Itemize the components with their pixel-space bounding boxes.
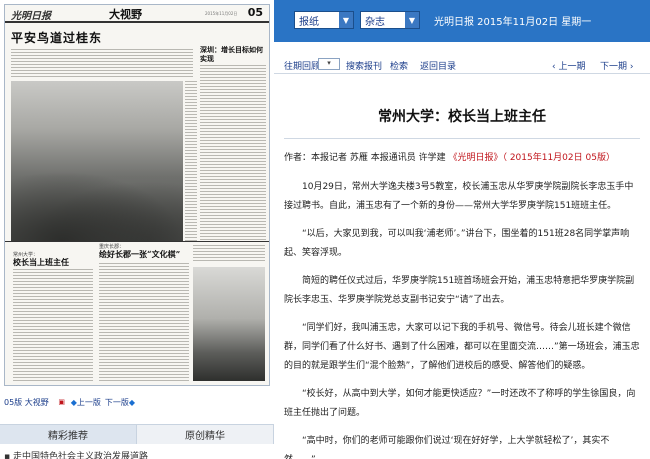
- issue-date: 2015年11月02日: [205, 11, 238, 16]
- newspaper-page-thumbnail[interactable]: 光明日报 大视野 2015年11月02日 05 平安鸟道过桂东 深圳：增长目标如…: [4, 4, 270, 386]
- article-paragraph: 简短的聘任仪式过后，华罗庚学院151班首场班会开始，浦玉忠特意把华罗庚学院副院长…: [284, 276, 635, 305]
- prev-page-link[interactable]: ◆上一版: [71, 397, 101, 408]
- issue-title: 光明日报 2015年11月02日 星期一: [434, 17, 592, 28]
- archive-link[interactable]: 返回目录: [420, 59, 456, 72]
- byline: 作者：本报记者 苏雁 本报通讯员 许学建 《光明日报》（ 2015年11月02日…: [284, 150, 650, 163]
- page-navigation: 05版 大视野 ▣ ◆上一版 下一版◆: [0, 394, 274, 410]
- current-page-label[interactable]: 05版 大视野: [4, 397, 49, 408]
- title-divider: [284, 138, 640, 139]
- next-issue-link[interactable]: 下一期 ›: [600, 59, 633, 72]
- article-paragraph: “以后，大家见到我，可以叫我‘浦老师’。”讲台下，围坐着的151班28名同学掌声…: [284, 229, 630, 258]
- article-paragraph: “校长好，从高中到大学，如何才能更快适应？”一时还改不了称呼的学生徐国良，向班主…: [284, 389, 636, 418]
- pdf-icon[interactable]: ▣: [57, 397, 67, 408]
- birds-photo: [11, 81, 183, 241]
- prev-issue-link[interactable]: ‹ 上一期: [552, 59, 585, 72]
- text-column: [99, 263, 189, 381]
- left-panel: 光明日报 大视野 2015年11月02日 05 平安鸟道过桂东 深圳：增长目标如…: [0, 0, 274, 459]
- search-link[interactable]: 搜索报刊: [346, 59, 382, 72]
- masthead-logo: 光明日报: [11, 11, 51, 22]
- article-title: 常州大学：校长当上班主任: [378, 109, 546, 125]
- page-number: 05: [247, 6, 263, 19]
- divider: [5, 241, 269, 242]
- tab-original[interactable]: 原创精华: [137, 425, 274, 444]
- past-review-link[interactable]: 往期回顾: [284, 59, 320, 72]
- headline-main[interactable]: 平安鸟道过桂东: [11, 29, 102, 46]
- text-column: [193, 245, 265, 263]
- type-select-value: 报纸: [299, 16, 319, 28]
- article-paragraph: 10月29日，常州大学逸夫楼3号5教室，校长浦玉忠从华罗庚学院副院长李忠玉手中接…: [284, 182, 634, 211]
- newspaper-header: 光明日报 大视野 2015年11月02日 05: [5, 5, 269, 23]
- article-paragraph: “高中时，你们的老师可能跟你们说过‘现在好好学，上大学就轻松了’，其实不然……”: [284, 436, 610, 459]
- article-panel: 报纸 ▼ 杂志 ▼ 光明日报 2015年11月02日 星期一 往期回顾 ▾ 搜索…: [274, 0, 650, 459]
- type-select[interactable]: 报纸 ▼: [294, 11, 354, 29]
- publication-select-value: 杂志: [365, 16, 385, 28]
- headline-side[interactable]: 深圳：增长目标如何实现: [200, 45, 268, 63]
- search-button[interactable]: 检索: [390, 59, 408, 72]
- next-page-link[interactable]: 下一版◆: [105, 397, 135, 408]
- chevron-down-icon: ▼: [339, 12, 353, 28]
- text-column: [13, 269, 93, 381]
- top-bar: 报纸 ▼ 杂志 ▼ 光明日报 2015年11月02日 星期一: [274, 0, 650, 42]
- section-name: 大视野: [109, 8, 142, 21]
- recommend-tabs: 精彩推荐 原创精华: [0, 424, 274, 444]
- next-page-label: 下一版: [104, 397, 129, 407]
- next-issue-label: 下一期: [600, 62, 628, 72]
- article-paragraph: “同学们好，我叫浦玉忠，大家可以记下我的手机号、微信号。待会儿班长建个微信群，同…: [284, 323, 640, 371]
- chevron-down-icon: ▼: [405, 12, 419, 28]
- tower-photo: [193, 267, 265, 381]
- byline-source[interactable]: 《光明日报》（ 2015年11月02日 05版）: [448, 153, 614, 163]
- prev-page-label: 上一版: [76, 397, 101, 407]
- text-column: [11, 49, 193, 77]
- past-review-select[interactable]: ▾: [318, 58, 340, 70]
- text-column: [200, 65, 266, 241]
- text-column: [185, 81, 197, 241]
- byline-authors: 作者：本报记者 苏雁 本报通讯员 许学建: [284, 153, 446, 163]
- headline-bottom-mid[interactable]: 绘好长郡一张“文化棋”: [99, 249, 180, 260]
- arrow-right-icon: ◆: [128, 397, 136, 407]
- publication-select[interactable]: 杂志 ▼: [360, 11, 420, 29]
- tab-featured[interactable]: 精彩推荐: [0, 425, 137, 444]
- headline-bottom-left[interactable]: 校长当上班主任: [13, 257, 69, 268]
- chevron-down-icon: ▾: [327, 59, 331, 67]
- prev-issue-label: 上一期: [558, 62, 586, 72]
- recommend-list-item[interactable]: ▪ 走中国特色社会主义政治发展道路: [0, 449, 274, 459]
- article-body: 10月29日，常州大学逸夫楼3号5教室，校长浦玉忠从华罗庚学院副院长李忠玉手中接…: [284, 178, 640, 459]
- issue-navbar: 往期回顾 ▾ 搜索报刊 检索 返回目录 ‹ 上一期 下一期 ›: [274, 56, 650, 74]
- arrow-right-icon: ›: [627, 62, 634, 72]
